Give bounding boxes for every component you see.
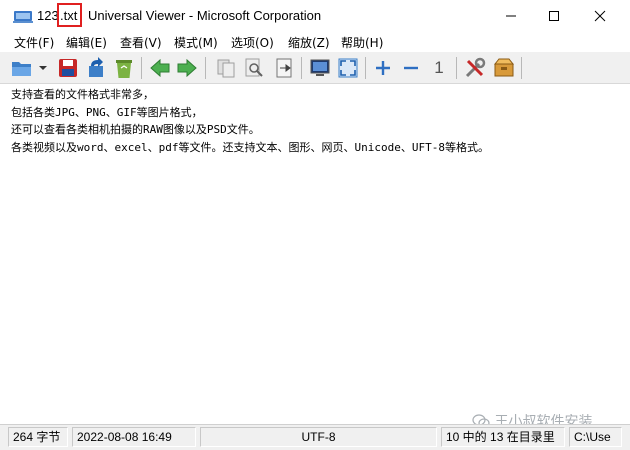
zoom-original-label: 1 bbox=[434, 58, 444, 77]
menu-file[interactable]: 文件(F) bbox=[14, 33, 54, 52]
zoom-in-button[interactable] bbox=[370, 55, 396, 81]
menu-bar: 文件(F) 编辑(E) 查看(V) 模式(M) 选项(O) 缩放(Z) 帮助(H… bbox=[0, 32, 630, 52]
menu-mode[interactable]: 模式(M) bbox=[174, 33, 218, 52]
menu-edit[interactable]: 编辑(E) bbox=[66, 33, 107, 52]
open-dropdown-button[interactable] bbox=[36, 55, 50, 81]
goto-page-icon bbox=[276, 58, 292, 78]
save-button[interactable] bbox=[55, 55, 81, 81]
monitor-icon bbox=[310, 59, 330, 76]
fit-window-button[interactable] bbox=[307, 55, 333, 81]
next-file-button[interactable] bbox=[174, 55, 200, 81]
window-title-extension-highlight: .txt bbox=[57, 3, 82, 27]
delete-button[interactable] bbox=[111, 55, 137, 81]
fullscreen-icon bbox=[338, 58, 358, 78]
plugins-button[interactable] bbox=[491, 55, 517, 81]
window-title-app: Universal Viewer - Microsoft Corporation bbox=[88, 8, 322, 23]
chevron-down-icon bbox=[39, 66, 47, 70]
status-bar: 264 字节 2022-08-08 16:49 UTF-8 10 中的 13 在… bbox=[0, 424, 630, 450]
save-icon bbox=[59, 59, 77, 77]
close-button[interactable] bbox=[577, 0, 623, 32]
arrow-right-icon bbox=[177, 59, 197, 77]
menu-help[interactable]: 帮助(H) bbox=[341, 33, 383, 52]
zoom-original-button[interactable]: 1 bbox=[426, 55, 452, 81]
recycle-bin-icon bbox=[116, 60, 132, 78]
status-file-position: 10 中的 13 在目录里 bbox=[441, 427, 565, 447]
minimize-icon bbox=[506, 15, 516, 17]
zoom-out-button[interactable] bbox=[398, 55, 424, 81]
menu-zoom[interactable]: 缩放(Z) bbox=[288, 33, 330, 52]
copy-button[interactable] bbox=[213, 55, 239, 81]
status-modified-date: 2022-08-08 16:49 bbox=[72, 427, 196, 447]
text-line: 各类视频以及word、excel、pdf等文件。还支持文本、图形、网页、Unic… bbox=[11, 141, 489, 154]
open-button[interactable] bbox=[9, 55, 35, 81]
copy-icon bbox=[217, 59, 235, 78]
toolbar: 1 bbox=[0, 52, 630, 84]
status-encoding: UTF-8 bbox=[200, 427, 437, 447]
status-file-path: C:\Use bbox=[569, 427, 622, 447]
search-icon bbox=[245, 58, 263, 77]
toolbar-separator bbox=[365, 57, 366, 79]
menu-view[interactable]: 查看(V) bbox=[120, 33, 162, 52]
export-button[interactable] bbox=[83, 55, 109, 81]
title-bar: 123 .txt Universal Viewer - Microsoft Co… bbox=[0, 0, 630, 32]
toolbar-separator bbox=[205, 57, 206, 79]
toolbar-separator bbox=[301, 57, 302, 79]
text-line: 还可以查看各类相机拍摄的RAW图像以及PSD文件。 bbox=[11, 123, 260, 136]
arrow-left-icon bbox=[150, 59, 170, 77]
package-icon bbox=[493, 58, 515, 77]
minus-icon bbox=[404, 66, 418, 70]
window-title-filename: 123 bbox=[37, 8, 59, 23]
export-icon bbox=[89, 57, 103, 77]
close-icon bbox=[594, 10, 606, 22]
text-line: 支持查看的文件格式非常多， bbox=[11, 88, 154, 101]
toolbar-separator bbox=[456, 57, 457, 79]
menu-options[interactable]: 选项(O) bbox=[231, 33, 274, 52]
plus-icon bbox=[376, 61, 390, 75]
app-icon bbox=[13, 9, 33, 24]
goto-button[interactable] bbox=[271, 55, 297, 81]
minimize-button[interactable] bbox=[488, 0, 534, 32]
open-folder-icon bbox=[12, 62, 31, 76]
toolbar-separator bbox=[521, 57, 522, 79]
status-file-size: 264 字节 bbox=[8, 427, 68, 447]
previous-file-button[interactable] bbox=[147, 55, 173, 81]
text-viewer-area[interactable]: 支持查看的文件格式非常多， 包括各类JPG、PNG、GIF等图片格式， 还可以查… bbox=[0, 84, 630, 424]
maximize-button[interactable] bbox=[531, 0, 577, 32]
tools-icon bbox=[465, 57, 486, 78]
toolbar-separator bbox=[141, 57, 142, 79]
settings-button[interactable] bbox=[462, 55, 488, 81]
maximize-icon bbox=[549, 11, 559, 21]
text-line: 包括各类JPG、PNG、GIF等图片格式， bbox=[11, 106, 203, 119]
find-button[interactable] bbox=[241, 55, 267, 81]
fullscreen-button[interactable] bbox=[335, 55, 361, 81]
